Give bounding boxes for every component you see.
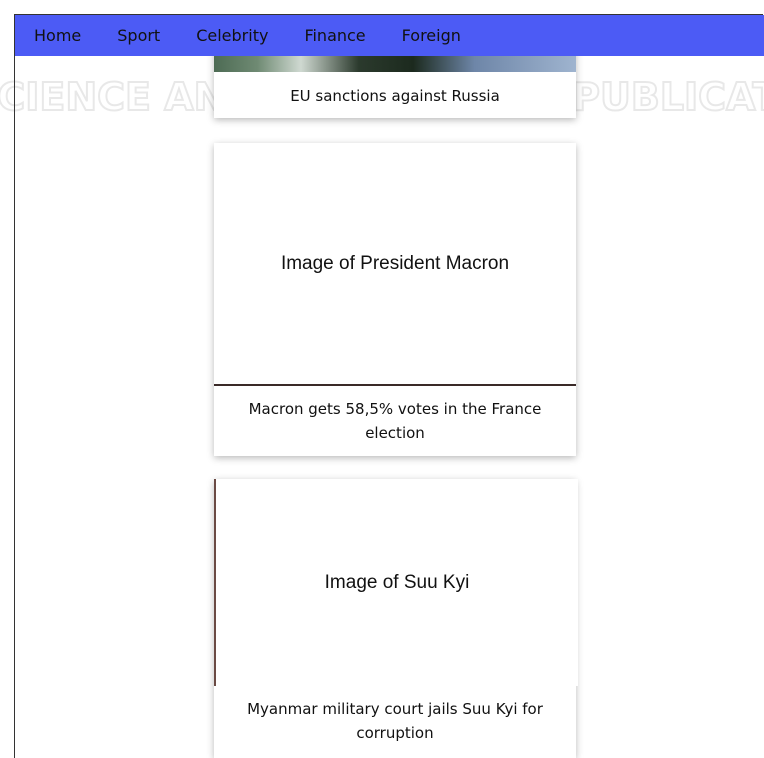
nav-item-sport[interactable]: Sport xyxy=(117,26,160,45)
news-card-suu-kyi[interactable]: Image of Suu Kyi Myanmar military court … xyxy=(214,479,578,758)
news-card-caption[interactable]: Myanmar military court jails Suu Kyi for… xyxy=(214,697,576,745)
nav-item-finance[interactable]: Finance xyxy=(304,26,365,45)
news-card-image-placeholder[interactable]: Image of Suu Kyi xyxy=(214,479,578,686)
news-card-image-placeholder[interactable]: Image of President Macron xyxy=(214,143,576,386)
top-navbar: Home Sport Celebrity Finance Foreign xyxy=(15,15,764,56)
nav-item-home[interactable]: Home xyxy=(34,26,81,45)
news-card-caption[interactable]: EU sanctions against Russia xyxy=(214,84,576,108)
news-card-macron[interactable]: Image of President Macron Macron gets 58… xyxy=(214,143,576,456)
news-card-caption[interactable]: Macron gets 58,5% votes in the France el… xyxy=(214,397,576,445)
nav-item-celebrity[interactable]: Celebrity xyxy=(196,26,268,45)
page: SCIENCE AND TECHNOLOGY PUBLICATIONS Home… xyxy=(0,0,764,758)
nav-item-foreign[interactable]: Foreign xyxy=(402,26,461,45)
